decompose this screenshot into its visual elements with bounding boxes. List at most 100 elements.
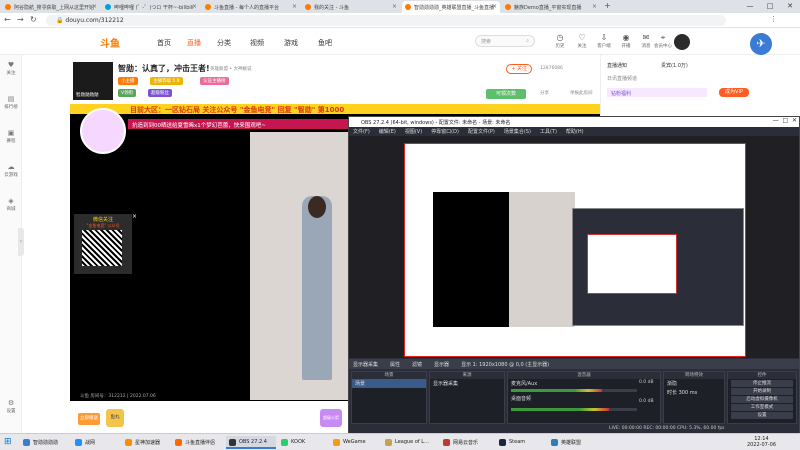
obs-menu-edit[interactable]: 编辑(E) [379,129,396,135]
rocket-button[interactable]: 超级火箭 [320,409,342,427]
close-icon[interactable]: × [492,3,497,10]
taskbar-item[interactable]: WeGame [330,436,380,449]
header-client[interactable]: ⇩ 客户端 [594,33,614,49]
taskbar-item[interactable]: 英雄联盟 [548,436,604,449]
browser-tab[interactable]: 斗鱼直播 - 每个人的直播平台 × [202,1,300,13]
transition-select[interactable]: 渐隐 [664,379,724,388]
room-tags[interactable]: 英雄联盟 • 大神解说 [210,66,252,72]
header-follow[interactable]: ♡ 关注 [572,33,592,49]
start-record-button[interactable]: 开始录制 [731,388,793,395]
obs-titlebar: OBS 27.2.4 (64-bit, windows) - 配置文件: 未命名… [349,117,799,127]
transition-duration[interactable]: 时长 300 ms [664,388,724,397]
report-button[interactable]: 举报此房间 [570,90,593,96]
menu-icon[interactable]: ⋮ [770,15,777,23]
reload-icon[interactable]: ↻ [30,15,37,24]
properties-button[interactable]: 属性 [390,362,400,368]
new-tab-button[interactable]: + [604,1,611,10]
obs-menu-file[interactable]: 文件(F) [353,129,370,135]
back-icon[interactable]: ← [4,15,11,24]
sidebar-item-settings[interactable]: ⚙ 设置 [0,399,22,414]
taskbar-item[interactable]: 战网 [72,436,120,449]
app-icon [75,439,82,446]
browser-tab-active[interactable]: 智勋勋勋勋_英雄联盟直播_斗鱼直播 × [402,1,500,13]
minimize-button[interactable]: — [740,0,760,13]
source-item[interactable]: 显示器采集 [430,379,504,388]
sidebar-item-rank[interactable]: ▤ 排行榜 [0,95,22,110]
search-input[interactable]: 搜索 ⌕ [475,35,535,47]
url-input[interactable]: 🔒 douyu.com/312212 [46,15,726,26]
obs-menu-view[interactable]: 视图(V) [405,129,422,135]
obs-menu-help[interactable]: 帮助(H) [566,129,584,135]
sidebar-item-store[interactable]: ◈ 商城 [0,197,22,212]
upgrade-button[interactable]: 成为VIP [719,88,749,97]
close-icon[interactable]: × [592,3,597,10]
browser-tab[interactable]: 哔哩哔哩 (゜-゜)つロ 干杯~-bilibili × [102,1,200,13]
scene-item[interactable]: 场景 [352,379,426,388]
sidebar-item-cloudgame[interactable]: ☁ 云游戏 [0,163,22,178]
virtual-camera-button[interactable]: 启动虚拟摄像机 [731,396,793,403]
nav-yuba[interactable]: 鱼吧 [318,38,332,48]
nav-category[interactable]: 分类 [217,38,231,48]
close-icon[interactable]: × [392,3,397,10]
avatar[interactable] [674,34,690,50]
windows-start-icon[interactable]: ⊞ [4,437,12,447]
douyu-logo[interactable]: 斗鱼 [100,35,120,50]
stop-stream-button[interactable]: 停止推流 [731,380,793,387]
taskbar-clock[interactable]: 12:14 2022-07-06 [747,436,776,448]
search-icon[interactable]: ⌕ [526,38,529,44]
close-window-button[interactable]: ✕ [780,0,800,13]
bird-logo-icon[interactable]: ✈ [750,33,772,55]
settings-button[interactable]: 设置 [731,412,793,419]
room-title: 智勋：认真了，冲击王者! [118,64,210,73]
taskbar-item-label: OBS 27.2.4 [239,439,267,445]
close-icon[interactable]: × [132,213,137,220]
gift-hint[interactable]: 钻粉福利 [607,88,707,97]
nav-home[interactable]: 首页 [157,38,171,48]
taskbar-item[interactable]: Steam [496,436,546,449]
close-icon[interactable]: × [192,3,197,10]
nav-live[interactable]: 直播 [187,38,201,48]
send-gift-button[interactable]: 立即赠送 [78,413,100,425]
browser-tab[interactable]: 我的关注 - 斗鱼 × [302,1,400,13]
taskbar-item[interactable]: KOOK [278,436,328,449]
forward-icon[interactable]: → [17,15,24,24]
taskbar-item-label: 战网 [85,440,96,446]
taskbar-item[interactable]: OBS 27.2.4 [226,436,276,449]
obs-window[interactable]: OBS 27.2.4 (64-bit, windows) - 配置文件: 未命名… [348,116,800,433]
filters-button[interactable]: 滤镜 [412,362,422,368]
obs-menu-tools[interactable]: 工具(T) [540,129,557,135]
header-history[interactable]: ◷ 历史 [550,33,570,49]
fans-tag[interactable]: 超级粉丝 [148,89,172,97]
tab-notice[interactable]: 直播通知 [607,62,627,69]
close-icon[interactable]: × [292,3,297,10]
maximize-button[interactable]: □ [760,0,780,13]
sidebar-collapse-button[interactable]: › [18,228,24,256]
display-select[interactable]: 显示 1: 1920x1080 @ 0,0 (主显示器) [461,362,549,368]
taskbar-item[interactable]: League of L... [382,436,438,449]
taskbar-item[interactable]: 网易云音乐 [440,436,494,449]
header-broadcast[interactable]: ◉ 开播 [616,33,636,49]
obs-window-controls[interactable]: — □ ✕ [773,117,797,124]
studio-mode-button[interactable]: 工作室模式 [731,404,793,411]
browser-tab[interactable]: 阿谷隐航_搜寻获取_上网从这里开始 × [2,1,100,13]
follow-button[interactable]: + 关注 [506,64,532,74]
tab-vip[interactable]: 贵宾(1.0万) [661,62,688,69]
taskbar-item[interactable]: 斗鱼直播伴侣 [172,436,224,449]
share-button[interactable]: 分享 [540,90,549,96]
obs-preview[interactable] [349,136,799,358]
tasks-button[interactable]: 可领次数 [486,89,526,99]
sidebar-item-follow[interactable]: ♥ 关注 [0,61,22,76]
taskbar-item[interactable]: 星神加速器 [122,436,170,449]
header-member[interactable]: ⌖ 会员中心 [652,33,674,49]
obs-menu-profile[interactable]: 配置文件(P) [468,129,495,135]
fishball-button[interactable]: 鱼丸 [106,409,124,427]
obs-menu-docks[interactable]: 停靠窗口(D) [431,129,459,135]
taskbar-item[interactable]: 智勋勋勋勋 [20,436,70,449]
browser-tab[interactable]: 魅族Demo直播_平窗实现直播 × [502,1,600,13]
nav-game[interactable]: 游戏 [284,38,298,48]
obs-menu-scenes[interactable]: 场景集合(S) [504,129,531,135]
history-icon: ◷ [556,33,564,42]
close-icon[interactable]: × [92,3,97,10]
nav-video[interactable]: 视频 [250,38,264,48]
sidebar-item-schedule[interactable]: ▣ 赛程 [0,129,22,144]
